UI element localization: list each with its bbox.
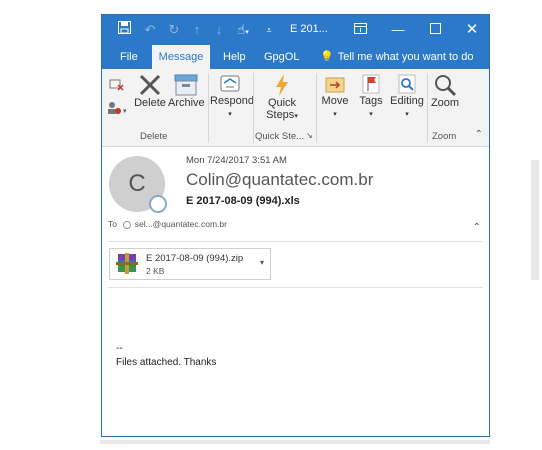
message-subject: E 2017-08-09 (994).xls	[186, 195, 300, 207]
expand-header-icon[interactable]: ⌃	[473, 222, 481, 233]
tell-me-box[interactable]: 💡 Tell me what you want to do	[320, 45, 473, 69]
delete-group-label: Delete	[140, 131, 168, 142]
body-text: Files attached. Thanks	[116, 357, 217, 368]
ribbon-display-icon[interactable]	[352, 21, 368, 39]
respond-button[interactable]: Respond ▾	[210, 73, 254, 119]
attachment-divider	[108, 287, 483, 288]
up-arrow-icon[interactable]: ↑	[190, 21, 204, 39]
quick-steps-group-label: Quick Ste...	[255, 131, 305, 142]
tab-message[interactable]: Message	[152, 45, 210, 69]
editing-label: Editing	[390, 95, 424, 107]
zoom-group-label: Zoom	[432, 131, 457, 142]
move-label: Move	[321, 95, 349, 107]
sender-address[interactable]: Colin@quantatec.com.br	[186, 170, 373, 190]
move-dropdown-icon: ▾	[333, 111, 337, 118]
quick-steps-label-1: Quick	[267, 97, 297, 109]
editing-dropdown-icon: ▾	[405, 111, 409, 118]
respond-dropdown-icon: ▾	[228, 111, 232, 118]
tags-label: Tags	[359, 95, 383, 107]
attachment-chip[interactable]: E 2017-08-09 (994).zip 2 KB ▾	[109, 248, 271, 280]
ribbon-separator	[208, 73, 209, 143]
respond-label: Respond	[210, 95, 255, 107]
quick-steps-label-2: Steps	[266, 109, 295, 121]
close-icon[interactable]: ✕	[464, 21, 480, 39]
quick-steps-dropdown-icon: ▾	[294, 113, 298, 120]
winrar-archive-icon	[115, 252, 141, 279]
junk-icon[interactable]: ▾	[106, 101, 130, 118]
ribbon: ▾ Delete Archive Delete Respond ▾ Quick St…	[102, 69, 489, 147]
ribbon-separator	[316, 73, 317, 143]
customize-qat-icon[interactable]: ⩡	[262, 21, 276, 39]
minimize-icon[interactable]: —	[390, 21, 406, 39]
ignore-icon[interactable]	[108, 77, 126, 94]
zoom-label: Zoom	[430, 97, 460, 109]
archive-button[interactable]: Archive	[168, 73, 205, 109]
delete-label: Delete	[134, 97, 166, 109]
title-bar: ↶ ↻ ↑ ↓ ☝▾ ⩡ E 201... — ✕	[102, 15, 489, 45]
tell-me-text: Tell me what you want to do	[337, 51, 474, 63]
recipient-line: To sel...@quantatec.com.br	[108, 219, 227, 229]
background-ghost-bottom	[100, 440, 490, 444]
recipient-presence-icon	[123, 220, 132, 229]
maximize-icon[interactable]	[427, 21, 443, 39]
undo-icon[interactable]: ↶	[142, 21, 158, 39]
outlook-message-window: ↶ ↻ ↑ ↓ ☝▾ ⩡ E 201... — ✕ File Message H…	[101, 14, 490, 437]
tab-help[interactable]: Help	[219, 45, 250, 69]
save-icon[interactable]	[116, 21, 132, 39]
archive-label: Archive	[168, 97, 205, 109]
background-ghost-right	[531, 160, 539, 280]
sent-date: Mon 7/24/2017 3:51 AM	[186, 155, 287, 166]
tab-file[interactable]: File	[116, 45, 142, 69]
attachment-name: E 2017-08-09 (994).zip	[146, 253, 244, 264]
redo-icon[interactable]: ↻	[166, 21, 182, 39]
zoom-button[interactable]: Zoom	[428, 73, 462, 109]
presence-status-icon	[149, 195, 167, 213]
attachment-size: 2 KB	[146, 266, 165, 276]
ribbon-separator	[253, 73, 254, 143]
ribbon-tab-bar: File Message Help GpgOL 💡 Tell me what yo…	[102, 45, 489, 69]
delete-button[interactable]: Delete	[134, 73, 166, 109]
down-arrow-icon[interactable]: ↓	[212, 21, 226, 39]
header-divider	[108, 241, 483, 242]
to-label: To	[108, 219, 117, 229]
lightbulb-icon: 💡	[320, 51, 334, 63]
tags-button[interactable]: Tags ▾	[355, 73, 387, 119]
svg-text:▾: ▾	[123, 108, 127, 115]
tab-gpgol[interactable]: GpgOL	[260, 45, 303, 69]
tags-dropdown-icon: ▾	[369, 111, 373, 118]
move-button[interactable]: Move ▾	[318, 73, 352, 119]
attachment-dropdown-icon[interactable]: ▾	[260, 258, 264, 267]
recipient-address[interactable]: sel...@quantatec.com.br	[135, 219, 227, 229]
collapse-ribbon-icon[interactable]: ⌃	[475, 129, 483, 140]
touch-mode-icon[interactable]: ☝▾	[233, 21, 253, 39]
editing-button[interactable]: Editing ▾	[389, 73, 425, 119]
message-header: C Mon 7/24/2017 3:51 AM Colin@quantatec.…	[102, 147, 489, 242]
quick-steps-button[interactable]: Quick Steps▾	[260, 73, 304, 121]
window-title: E 201...	[290, 23, 328, 35]
dialog-launcher-icon[interactable]: ↘	[306, 131, 313, 140]
body-signature-separator: --	[116, 343, 123, 354]
